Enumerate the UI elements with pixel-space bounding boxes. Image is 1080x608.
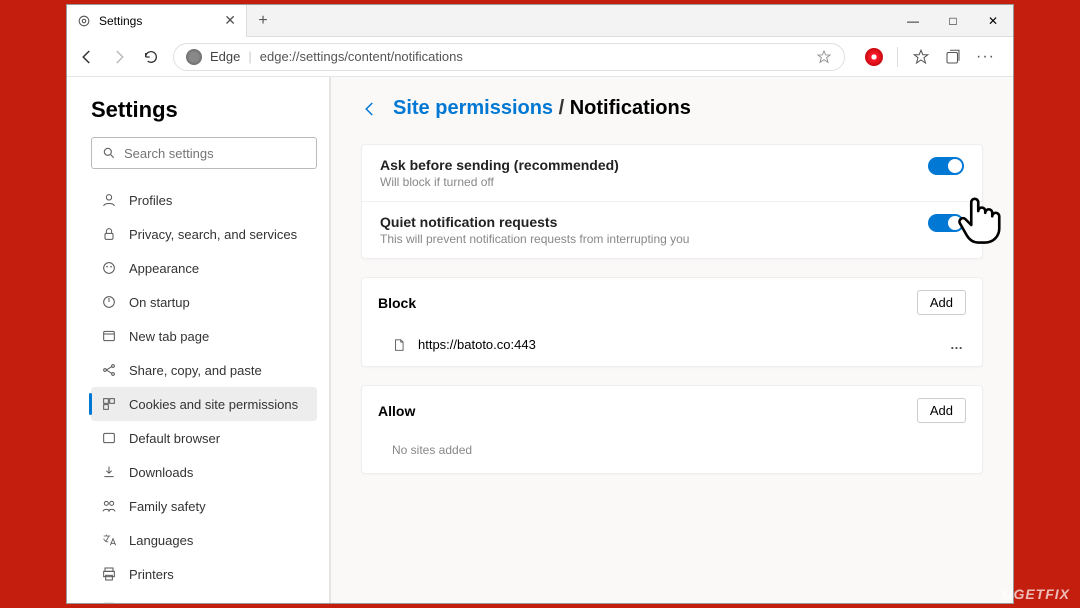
sidebar-item-label: Profiles xyxy=(129,193,172,208)
site-url: https://batoto.co:443 xyxy=(418,337,536,352)
sidebar-item-label: Privacy, search, and services xyxy=(129,227,297,242)
collections-icon[interactable] xyxy=(944,48,962,66)
sidebar-item-family[interactable]: Family safety xyxy=(91,489,317,523)
sidebar-item-privacy[interactable]: Privacy, search, and services xyxy=(91,217,317,251)
sidebar-item-appearance[interactable]: Appearance xyxy=(91,251,317,285)
sidebar-item-label: Default browser xyxy=(129,431,220,446)
sidebar-item-label: Languages xyxy=(129,533,193,548)
maximize-button[interactable]: □ xyxy=(933,5,973,37)
allow-empty-text: No sites added xyxy=(362,435,982,473)
address-bar-row: Edge | edge://settings/content/notificat… xyxy=(67,37,1013,77)
block-add-button[interactable]: Add xyxy=(917,290,966,315)
block-panel: Block Add https://batoto.co:443 … xyxy=(361,277,983,367)
permissions-icon xyxy=(101,396,117,412)
block-section-head: Block Add xyxy=(362,278,982,327)
toggle-switch[interactable] xyxy=(928,157,964,175)
toggle-desc: This will prevent notification requests … xyxy=(380,232,689,246)
content: Settings Profiles Privacy, search, and s… xyxy=(67,77,1013,603)
browser-icon xyxy=(101,430,117,446)
block-site-row: https://batoto.co:443 … xyxy=(362,327,982,366)
language-icon xyxy=(101,532,117,548)
file-icon xyxy=(392,338,406,352)
back-button[interactable] xyxy=(77,47,97,67)
toggle-label: Ask before sending (recommended) xyxy=(380,157,619,173)
sidebar-item-printers[interactable]: Printers xyxy=(91,557,317,591)
allow-title: Allow xyxy=(378,403,415,419)
lock-icon xyxy=(101,226,117,242)
window-controls: — □ ✕ xyxy=(893,5,1013,37)
toggle-desc: Will block if turned off xyxy=(380,175,619,189)
sidebar-item-newtab[interactable]: New tab page xyxy=(91,319,317,353)
sidebar-title: Settings xyxy=(91,97,317,123)
search-input[interactable] xyxy=(124,146,306,161)
toggle-quiet-requests: Quiet notification requests This will pr… xyxy=(362,201,982,258)
sidebar-item-share[interactable]: Share, copy, and paste xyxy=(91,353,317,387)
menu-icon[interactable]: ··· xyxy=(976,48,995,66)
sidebar-item-label: On startup xyxy=(129,295,190,310)
tab-settings[interactable]: Settings ✕ xyxy=(67,5,247,37)
sidebar-item-system[interactable]: System xyxy=(91,591,317,603)
printer-icon xyxy=(101,566,117,582)
opera-icon[interactable] xyxy=(865,48,883,66)
breadcrumb-back-icon[interactable] xyxy=(361,100,379,118)
sidebar-item-profiles[interactable]: Profiles xyxy=(91,183,317,217)
sidebar-item-label: Share, copy, and paste xyxy=(129,363,262,378)
sidebar-item-label: Family safety xyxy=(129,499,206,514)
allow-section-head: Allow Add xyxy=(362,386,982,435)
sidebar-item-label: Cookies and site permissions xyxy=(129,397,298,412)
sidebar-item-label: Appearance xyxy=(129,261,199,276)
toggle-label: Quiet notification requests xyxy=(380,214,689,230)
favorites-icon[interactable] xyxy=(912,48,930,66)
block-title: Block xyxy=(378,295,416,311)
sidebar-item-startup[interactable]: On startup xyxy=(91,285,317,319)
tab-close-icon[interactable]: ✕ xyxy=(224,12,236,29)
sidebar-item-downloads[interactable]: Downloads xyxy=(91,455,317,489)
settings-sidebar: Settings Profiles Privacy, search, and s… xyxy=(67,77,331,603)
sidebar-item-label: System xyxy=(129,601,172,604)
minimize-button[interactable]: — xyxy=(893,5,933,37)
tab-title: Settings xyxy=(99,14,142,28)
search-settings[interactable] xyxy=(91,137,317,169)
profile-icon xyxy=(101,192,117,208)
page-header: Site permissions / Notifications xyxy=(361,97,983,120)
allow-add-button[interactable]: Add xyxy=(917,398,966,423)
browser-window: Settings ✕ + — □ ✕ Edge | edge://setting… xyxy=(66,4,1014,604)
close-button[interactable]: ✕ xyxy=(973,5,1013,37)
system-icon xyxy=(101,600,117,603)
allow-panel: Allow Add No sites added xyxy=(361,385,983,474)
appearance-icon xyxy=(101,260,117,276)
address-url: edge://settings/content/notifications xyxy=(260,49,463,64)
new-tab-button[interactable]: + xyxy=(247,12,279,30)
sidebar-item-languages[interactable]: Languages xyxy=(91,523,317,557)
breadcrumb-link[interactable]: Site permissions xyxy=(393,97,553,119)
sidebar-item-cookies[interactable]: Cookies and site permissions xyxy=(91,387,317,421)
site-more-button[interactable]: … xyxy=(950,337,964,352)
power-icon xyxy=(101,294,117,310)
search-icon xyxy=(102,146,116,160)
forward-button[interactable] xyxy=(109,47,129,67)
add-favorite-icon[interactable] xyxy=(816,49,832,65)
sidebar-item-label: Printers xyxy=(129,567,174,582)
toggles-panel: Ask before sending (recommended) Will bl… xyxy=(361,144,983,259)
sidebar-item-default-browser[interactable]: Default browser xyxy=(91,421,317,455)
page-title: Site permissions / Notifications xyxy=(393,97,691,120)
watermark: UGETFIX xyxy=(1002,586,1070,602)
edge-logo-icon xyxy=(186,49,202,65)
sidebar-item-label: New tab page xyxy=(129,329,209,344)
address-label: Edge xyxy=(210,49,240,64)
sidebar-item-label: Downloads xyxy=(129,465,193,480)
gear-icon xyxy=(77,14,91,28)
main-content: Site permissions / Notifications Ask bef… xyxy=(331,77,1013,603)
newtab-icon xyxy=(101,328,117,344)
share-icon xyxy=(101,362,117,378)
page-title-text: Notifications xyxy=(570,97,691,119)
toolbar-icons: ··· xyxy=(857,47,1003,67)
titlebar: Settings ✕ + — □ ✕ xyxy=(67,5,1013,37)
address-bar[interactable]: Edge | edge://settings/content/notificat… xyxy=(173,43,845,71)
reload-button[interactable] xyxy=(141,47,161,67)
family-icon xyxy=(101,498,117,514)
toggle-ask-before-sending: Ask before sending (recommended) Will bl… xyxy=(362,145,982,201)
cursor-hand-icon xyxy=(952,190,1008,246)
download-icon xyxy=(101,464,117,480)
